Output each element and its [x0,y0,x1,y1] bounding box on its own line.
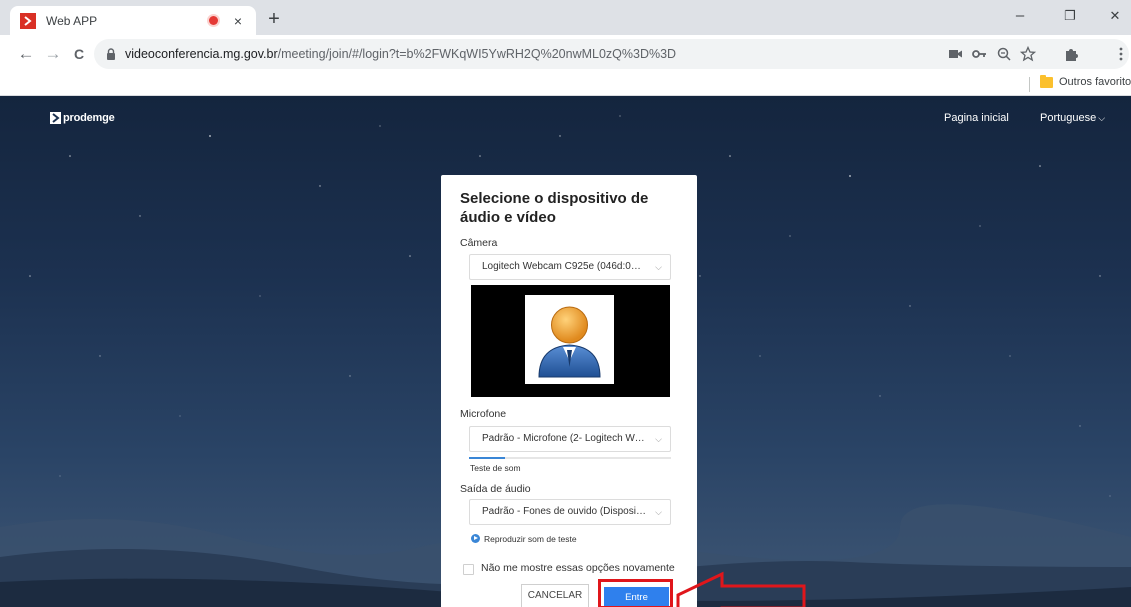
bookmarks-bar: Outros favoritos [0,73,1131,96]
chevron-down-icon: ⌵ [655,434,662,444]
nav-home-link[interactable]: Pagina inicial [944,112,1009,124]
key-icon[interactable] [971,46,989,62]
microphone-label: Microfone [460,408,507,420]
chevron-down-icon: ⌵ [655,507,662,517]
camera-select-value: Logitech Webcam C925e (046d:085b) [482,261,646,272]
mic-level-meter [469,457,671,459]
dialog-title: Selecione o dispositivo de áudio e vídeo [460,190,649,226]
logo-chevron-icon [50,112,61,124]
play-test-sound-link[interactable]: Reproduzir som de teste [471,534,577,544]
camera-select[interactable]: Logitech Webcam C925e (046d:085b) ⌵ [469,254,671,280]
restore-button[interactable]: ❐ [1055,6,1085,26]
forward-button[interactable]: → [42,43,64,65]
chevron-down-icon: ⌵ [1098,113,1106,123]
chevron-down-icon: ⌵ [655,262,662,272]
reload-button[interactable]: C [68,43,90,65]
audio-output-label: Saída de áudio [460,483,531,495]
play-icon [471,534,480,543]
annotation-highlight-box [598,579,673,607]
camera-label: Câmera [460,237,498,249]
audio-output-select-value: Padrão - Fones de ouvido (Dispositivo de… [482,506,646,517]
user-avatar-icon [538,306,601,378]
tab-title: Web APP [46,13,98,28]
bookmark-other-favorites[interactable]: Outros favoritos [1040,74,1131,88]
lock-icon [107,48,115,60]
url-path: /meeting/join/#/login?t=b%2FWKqWI5YwRH2Q… [277,47,677,61]
star-icon[interactable] [1019,46,1037,62]
window-close-button[interactable]: ✕ [1100,6,1130,26]
language-label: Portuguese [1040,112,1097,124]
avatar [525,295,614,384]
sound-test-label: Teste de som [470,463,521,473]
mic-level-fill [469,457,506,459]
extensions-icon[interactable] [1063,46,1081,62]
browser-toolbar: ← → C videoconferencia.mg.gov.br/meeting… [0,35,1131,73]
audio-output-select[interactable]: Padrão - Fones de ouvido (Dispositivo de… [469,499,671,525]
web-page: prodemge Pagina inicial Portuguese ⌵ Sele… [0,96,1131,607]
browser-tab[interactable]: Web APP × [10,6,256,35]
favicon-icon [20,12,36,29]
minimize-button[interactable]: – [1005,6,1035,26]
dont-show-again-label[interactable]: Não me mostre essas opções novamente [481,562,675,574]
zoom-icon[interactable] [995,46,1013,62]
prodemge-logo[interactable]: prodemge [50,112,115,124]
play-test-sound-label: Reproduzir som de teste [484,534,577,544]
camera-preview [471,285,670,397]
bookmark-separator [1029,77,1030,92]
recording-icon [209,16,218,25]
address-bar[interactable]: videoconferencia.mg.gov.br/meeting/join/… [94,39,1129,69]
dont-show-again-checkbox[interactable] [463,564,474,575]
url-text[interactable]: videoconferencia.mg.gov.br/meeting/join/… [125,47,676,61]
tab-close-button[interactable]: × [230,13,246,29]
menu-icon[interactable] [1116,46,1126,62]
new-tab-button[interactable]: + [262,8,286,32]
folder-icon [1040,74,1053,88]
language-selector[interactable]: Portuguese ⌵ [1040,112,1105,124]
microphone-select-value: Padrão - Microfone (2- Logitech Webcam C… [482,433,646,444]
logo-text: prodemge [63,112,115,124]
device-selection-dialog: Selecione o dispositivo de áudio e vídeo… [441,175,697,607]
url-host: videoconferencia.mg.gov.br [125,47,278,61]
microphone-select[interactable]: Padrão - Microfone (2- Logitech Webcam C… [469,426,671,452]
back-button[interactable]: ← [15,43,37,65]
tab-strip: Web APP × + – ❐ ✕ [0,0,1131,35]
annotation-arrow-icon [676,571,806,607]
bookmark-label: Outros favoritos [1059,76,1131,88]
camera-icon[interactable] [947,46,965,62]
cancel-button[interactable]: CANCELAR [521,584,589,607]
